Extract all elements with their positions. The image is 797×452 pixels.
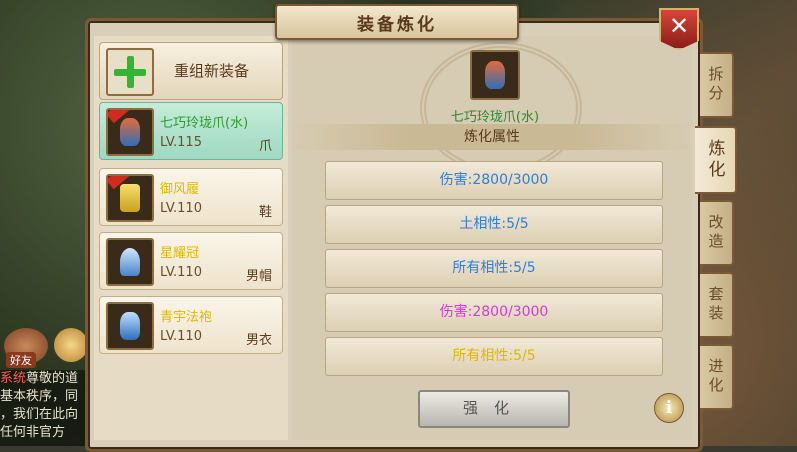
equipment-item-claw[interactable]: 七巧玲珑爪(水) LV.115 爪 bbox=[99, 102, 283, 160]
window-title-bar: 装备炼化 bbox=[275, 4, 519, 40]
refine-attributes-header: 炼化属性 bbox=[292, 124, 692, 150]
attribute-row[interactable]: 土相性:5/5 bbox=[325, 205, 663, 244]
chat-channel-tag: 系统 bbox=[0, 371, 27, 386]
attribute-row[interactable]: 所有相性:5/5 bbox=[325, 249, 663, 288]
attribute-row[interactable]: 所有相性:5/5 bbox=[325, 337, 663, 376]
robe-icon bbox=[106, 302, 154, 350]
friend-label: 好友 bbox=[6, 352, 36, 368]
item-type: 男衣 bbox=[245, 333, 272, 348]
item-level: LV.110 bbox=[160, 329, 202, 344]
attribute-row[interactable]: 伤害:2800/3000 bbox=[325, 293, 663, 332]
chat-text: 尊敬的道 bbox=[26, 371, 79, 386]
chat-line: 任何非官方 bbox=[0, 425, 66, 440]
crown-icon bbox=[106, 238, 154, 286]
chat-line: 基本秩序，同 bbox=[0, 389, 79, 404]
item-name: 御风履 bbox=[160, 182, 200, 197]
message-bubble-icon[interactable] bbox=[54, 328, 88, 362]
item-name: 青宇法袍 bbox=[160, 310, 213, 325]
item-level: LV.115 bbox=[160, 135, 202, 150]
selected-equipment-name: 七巧玲珑爪(水) bbox=[450, 110, 540, 125]
recombine-label: 重组新装备 bbox=[174, 62, 250, 80]
boots-icon bbox=[106, 174, 154, 222]
equipment-item-hat[interactable]: 星耀冠 LV.110 男帽 bbox=[99, 232, 283, 290]
item-type: 鞋 bbox=[258, 205, 272, 220]
tab-split[interactable]: 拆分 bbox=[700, 52, 734, 118]
item-name: 星耀冠 bbox=[160, 246, 200, 261]
item-level: LV.110 bbox=[160, 201, 202, 216]
plus-icon bbox=[106, 48, 154, 96]
equipment-item-shoes[interactable]: 御风履 LV.110 鞋 bbox=[99, 168, 283, 226]
tab-set[interactable]: 套装 bbox=[700, 272, 734, 338]
item-name: 七巧玲珑爪(水) bbox=[160, 116, 249, 131]
window-title: 装备炼化 bbox=[357, 14, 437, 35]
chat-line: 系统尊敬的道 bbox=[0, 370, 90, 388]
info-icon[interactable]: i bbox=[654, 393, 684, 423]
chat-box[interactable]: 系统尊敬的道 基本秩序，同 ，我们在此向 任何非官方 bbox=[0, 370, 90, 446]
recombine-equipment-button[interactable]: 重组新装备 bbox=[99, 42, 283, 100]
tab-evolve[interactable]: 进化 bbox=[700, 344, 734, 410]
claw-icon bbox=[106, 108, 154, 156]
strengthen-button[interactable]: 强化 bbox=[418, 390, 570, 428]
item-type: 男帽 bbox=[245, 269, 272, 284]
selected-equipment-icon bbox=[470, 50, 520, 100]
item-level: LV.110 bbox=[160, 265, 202, 280]
tab-refine[interactable]: 炼化 bbox=[695, 126, 737, 194]
equipment-item-robe[interactable]: 青宇法袍 LV.110 男衣 bbox=[99, 296, 283, 354]
attribute-row[interactable]: 伤害:2800/3000 bbox=[325, 161, 663, 200]
item-type: 爪 bbox=[258, 139, 272, 154]
chat-line: ，我们在此向 bbox=[0, 407, 79, 422]
tab-modify[interactable]: 改造 bbox=[700, 200, 734, 266]
